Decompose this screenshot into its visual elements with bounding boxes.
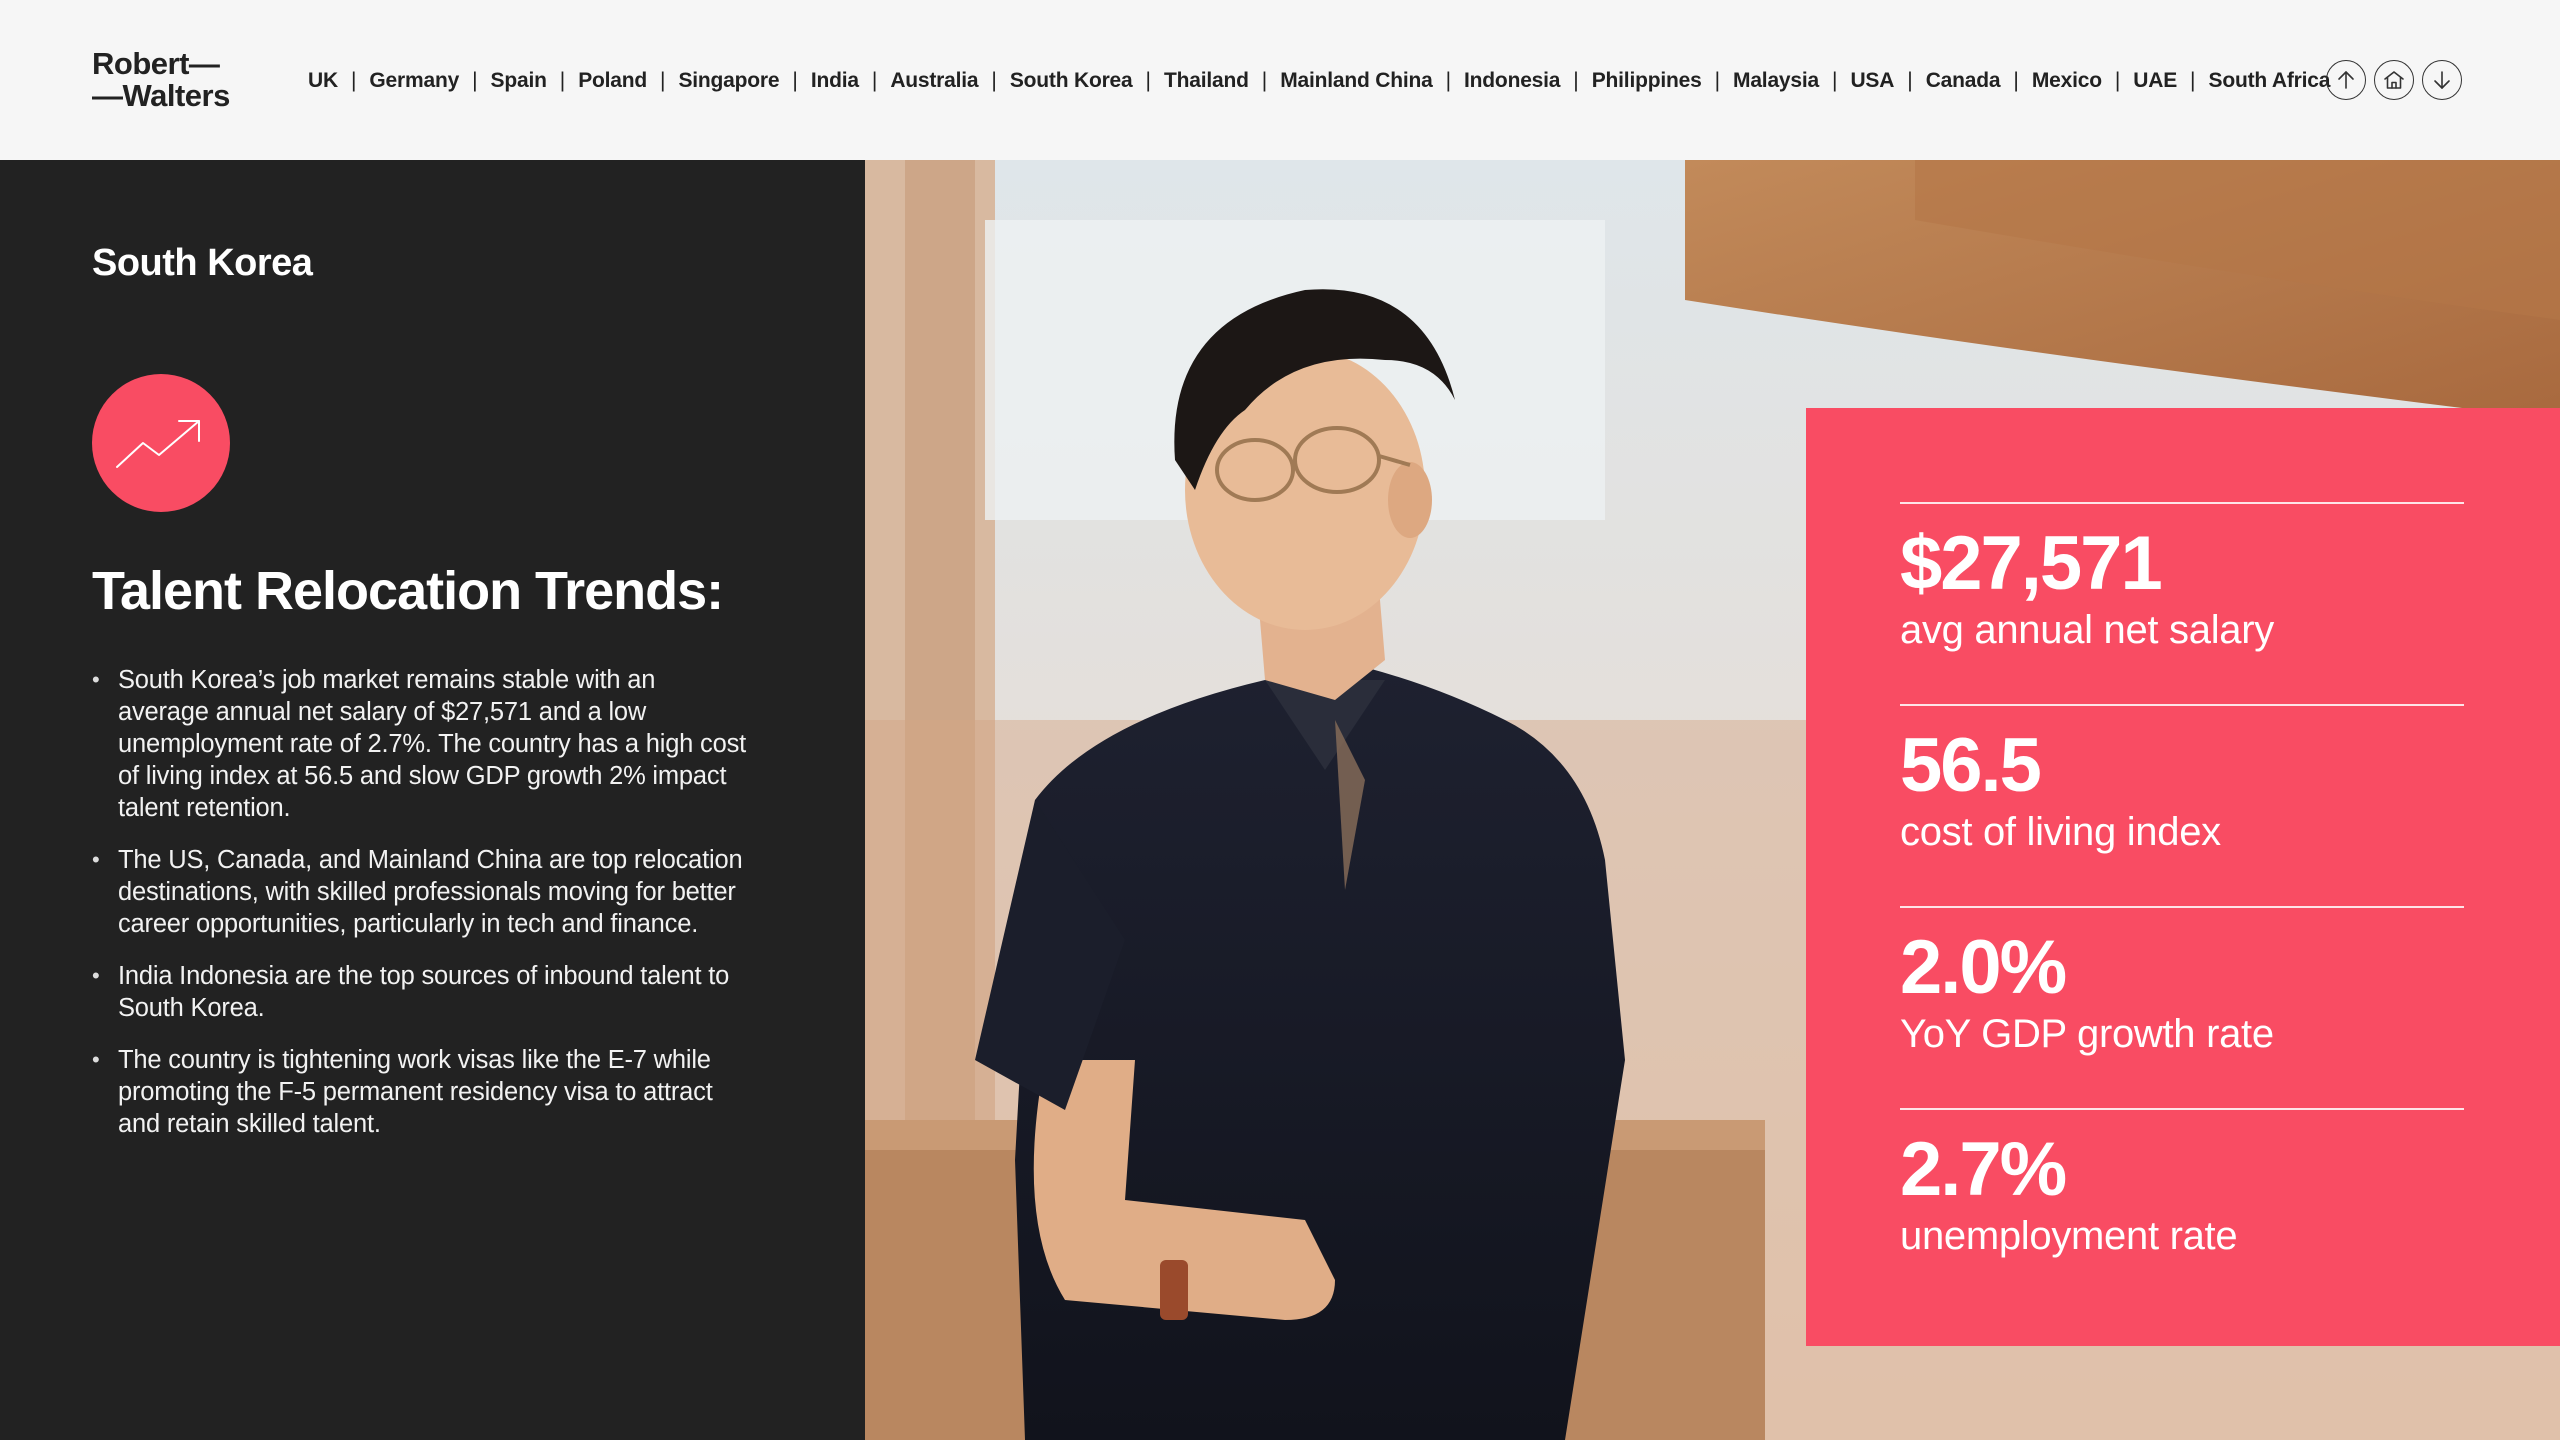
site-header: Robert— —Walters UK | Germany | Spain | Pol…: [0, 0, 2560, 160]
stat-value: $27,571: [1900, 521, 2163, 606]
nav-item-indonesia[interactable]: Indonesia: [1464, 69, 1560, 93]
page-nav-buttons: [2326, 60, 2462, 100]
logo-line-1: Robert—: [92, 46, 220, 81]
nav-item-mainland-china[interactable]: Mainland China: [1280, 69, 1433, 93]
nav-separator: |: [871, 69, 878, 92]
nav-separator: |: [1832, 69, 1838, 92]
nav-separator: |: [1714, 69, 1721, 92]
nav-item-singapore[interactable]: Singapore: [678, 69, 779, 93]
stat-cost-of-living: 56.5 cost of living index: [1900, 704, 2464, 854]
nav-separator: |: [2013, 69, 2019, 92]
nav-separator: |: [559, 69, 566, 92]
nav-item-uk[interactable]: UK: [308, 69, 338, 93]
stat-label: unemployment rate: [1900, 1214, 2238, 1258]
nav-separator: |: [2190, 69, 2196, 92]
nav-item-thailand[interactable]: Thailand: [1164, 69, 1249, 93]
nav-item-usa[interactable]: USA: [1850, 69, 1894, 93]
section-title: Talent Relocation Trends:: [92, 561, 724, 621]
arrow-up-icon[interactable]: [2326, 60, 2366, 100]
nav-separator: |: [472, 69, 478, 92]
key-stats-panel: $27,571 avg annual net salary 56.5 cost …: [1806, 408, 2560, 1346]
country-heading: South Korea: [92, 242, 313, 284]
nav-separator: |: [2114, 69, 2121, 92]
stat-label: avg annual net salary: [1900, 608, 2274, 652]
stat-net-salary: $27,571 avg annual net salary: [1900, 502, 2464, 652]
stat-value: 2.0%: [1900, 925, 2067, 1010]
list-item: India Indonesia are the top sources of i…: [92, 960, 752, 1024]
nav-item-south-africa[interactable]: South Africa: [2209, 69, 2331, 93]
country-nav: UK | Germany | Spain | Poland | Singapore | I…: [308, 64, 2330, 98]
nav-item-uae[interactable]: UAE: [2133, 69, 2177, 93]
trending-up-icon: [92, 374, 230, 512]
nav-item-malaysia[interactable]: Malaysia: [1733, 69, 1819, 93]
nav-item-canada[interactable]: Canada: [1926, 69, 2001, 93]
list-item: The country is tightening work visas lik…: [92, 1044, 752, 1140]
stat-value: 56.5: [1900, 723, 2042, 808]
stat-label: YoY GDP growth rate: [1900, 1012, 2274, 1056]
nav-separator: |: [1261, 69, 1268, 92]
nav-separator: |: [660, 69, 666, 92]
arrow-down-icon[interactable]: [2422, 60, 2462, 100]
nav-item-spain[interactable]: Spain: [491, 69, 547, 93]
logo-line-2: —Walters: [92, 78, 230, 113]
nav-separator: |: [1907, 69, 1913, 92]
robert-walters-logo[interactable]: Robert— —Walters: [92, 48, 230, 112]
stat-label: cost of living index: [1900, 810, 2221, 854]
country-info-panel: South Korea Talent Relocation Trends: So…: [0, 160, 865, 1440]
stat-unemployment: 2.7% unemployment rate: [1900, 1108, 2464, 1258]
nav-item-poland[interactable]: Poland: [578, 69, 647, 93]
home-icon[interactable]: [2374, 60, 2414, 100]
nav-item-south-korea[interactable]: South Korea: [1010, 69, 1133, 93]
nav-separator: |: [1445, 69, 1452, 92]
stat-gdp-growth: 2.0% YoY GDP growth rate: [1900, 906, 2464, 1056]
nav-separator: |: [1573, 69, 1579, 92]
nav-separator: |: [1145, 69, 1151, 92]
nav-separator: |: [792, 69, 798, 92]
list-item: South Korea’s job market remains stable …: [92, 664, 752, 824]
nav-item-australia[interactable]: Australia: [890, 69, 978, 93]
nav-item-philippines[interactable]: Philippines: [1592, 69, 1702, 93]
stat-value: 2.7%: [1900, 1127, 2067, 1212]
trends-list: South Korea’s job market remains stable …: [92, 664, 752, 1160]
nav-separator: |: [350, 69, 357, 92]
nav-item-mexico[interactable]: Mexico: [2032, 69, 2102, 93]
nav-item-india[interactable]: India: [811, 69, 859, 93]
nav-separator: |: [991, 69, 997, 92]
list-item: The US, Canada, and Mainland China are t…: [92, 844, 752, 940]
nav-item-germany[interactable]: Germany: [369, 69, 459, 93]
